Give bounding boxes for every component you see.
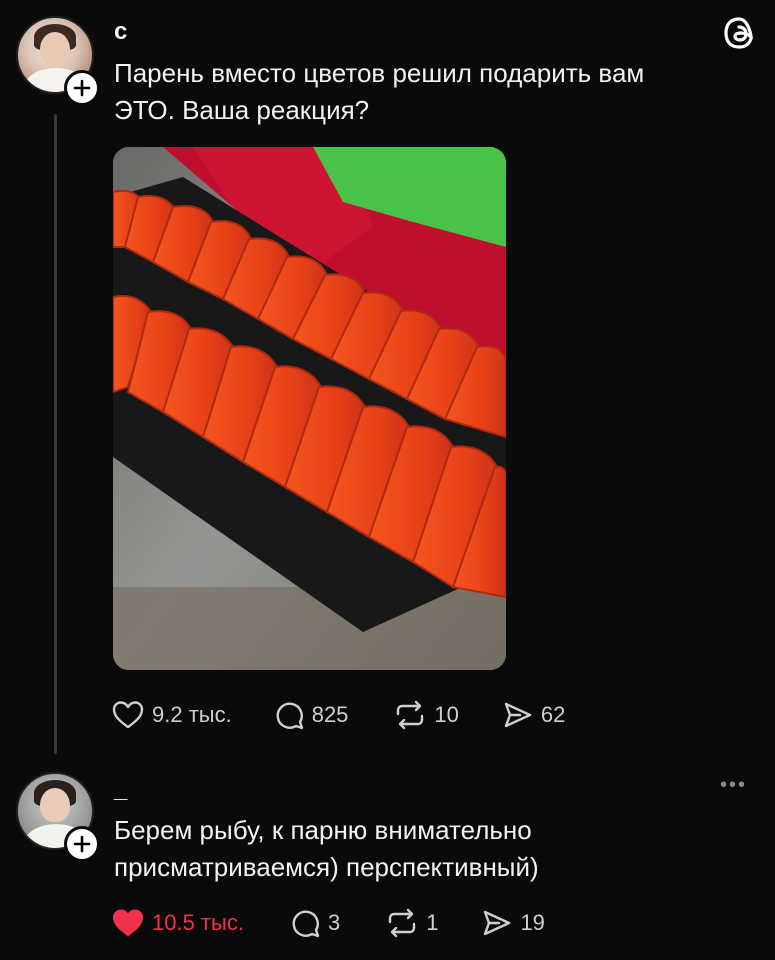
reply-repost-button[interactable]: 1: [386, 908, 438, 938]
salmon-photo: [113, 147, 506, 670]
share-count: 62: [540, 702, 566, 727]
post-image[interactable]: [113, 147, 506, 670]
comment-count: 825: [311, 702, 349, 727]
heart-icon: [112, 701, 144, 729]
repost-icon: [397, 700, 424, 730]
repost-button[interactable]: 10: [394, 700, 459, 730]
send-icon: [504, 702, 532, 728]
reply-username[interactable]: _: [114, 776, 127, 804]
send-icon: [484, 910, 511, 936]
post-username[interactable]: с: [114, 18, 127, 46]
reply-repost-count: 1: [426, 910, 439, 935]
repost-count: 10: [434, 702, 459, 727]
like-button[interactable]: 9.2 тыс.: [112, 700, 232, 730]
reply-like-count: 10.5 тыс.: [152, 910, 244, 935]
follow-plus-icon[interactable]: [64, 826, 100, 862]
reply-comment-count: 3: [327, 910, 341, 935]
post-text-line-1: Парень вместо цветов решил подарить вам: [114, 58, 645, 88]
post-text-line-2: ЭТО. Ваша реакция?: [114, 95, 370, 125]
thread-connector-line: [54, 114, 57, 754]
reply-share-button[interactable]: 19: [482, 908, 545, 938]
post-actions: 9.2 тыс. 825 10 62: [112, 699, 565, 731]
reply-share-count: 19: [520, 910, 545, 935]
follow-plus-icon[interactable]: [64, 70, 100, 106]
reply-actions: 10.5 тыс. 3 1 19: [112, 907, 545, 939]
reply-text-line-1: Берем рыбу, к парню внимательно: [114, 815, 532, 845]
like-count: 9.2 тыс.: [152, 702, 232, 727]
reply-text: Берем рыбу, к парню внимательно присматр…: [114, 812, 714, 886]
repost-icon: [388, 908, 416, 938]
threads-logo-icon: [722, 16, 756, 50]
more-options-icon[interactable]: •••: [720, 774, 747, 797]
reply-text-line-2: присматриваемся) перспективный): [114, 852, 539, 882]
comment-button[interactable]: 825: [274, 700, 349, 730]
post-text: Парень вместо цветов решил подарить вам …: [114, 55, 734, 129]
comment-icon: [276, 702, 303, 730]
comment-icon: [292, 910, 320, 938]
heart-filled-icon: [113, 909, 143, 936]
reply-like-button[interactable]: 10.5 тыс.: [112, 908, 244, 938]
reply-comment-button[interactable]: 3: [290, 908, 340, 938]
share-button[interactable]: 62: [503, 700, 565, 730]
